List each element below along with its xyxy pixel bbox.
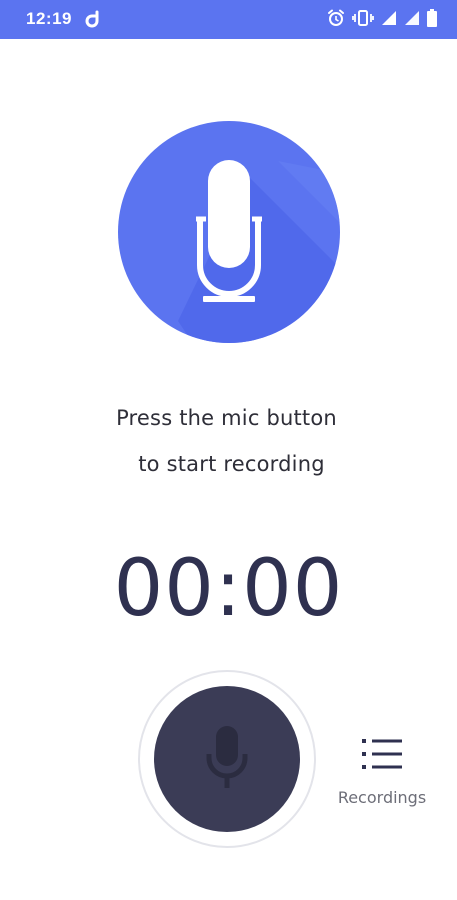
status-icons [327,9,437,27]
signal-icon [404,10,420,26]
vibrate-icon [352,9,374,27]
prompt-line-2: to start recording [138,452,325,476]
status-time: 12:19 [26,9,72,28]
battery-icon [427,9,437,27]
prompt-line-1: Press the mic button [116,406,337,430]
recordings-label[interactable]: Recordings [330,788,434,807]
recordings-button[interactable]: Recordings [330,738,434,807]
signal-icon [381,10,397,26]
record-button-core[interactable] [154,686,300,832]
list-icon [362,739,402,769]
timer-display: 00:00 [113,544,344,634]
studio-microphone-icon [118,121,340,343]
app-notification-icon [85,10,103,35]
alarm-icon [327,9,345,27]
hero-microphone-badge [118,121,340,343]
status-bar: 12:19 [0,0,457,39]
record-button[interactable] [138,670,316,848]
microphone-icon [206,726,248,788]
